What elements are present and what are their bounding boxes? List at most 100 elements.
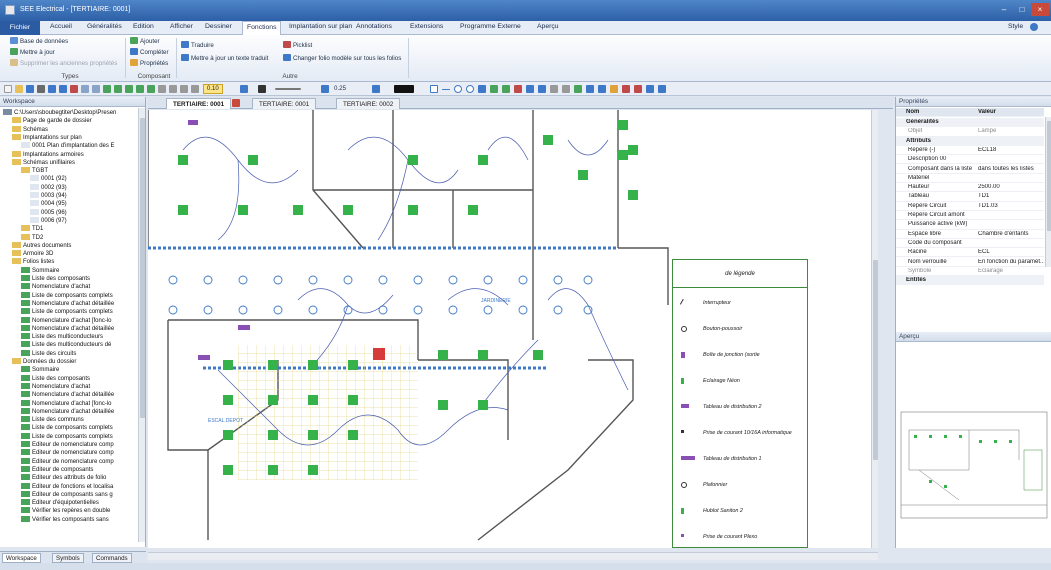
tree-item[interactable]: Liste des communs xyxy=(21,416,84,424)
property-value[interactable]: dans toutes les listes xyxy=(978,166,1044,172)
save-icon[interactable] xyxy=(26,85,34,93)
tree-item[interactable]: 0001 (92) xyxy=(30,175,67,183)
app-icon[interactable] xyxy=(5,5,15,15)
completer-button[interactable]: Compléter xyxy=(130,48,169,56)
drawing-canvas[interactable]: JARDINERIE ESCAL.DEPOT de légende Interr… xyxy=(148,110,878,548)
text-icon[interactable] xyxy=(478,85,486,93)
tree-item[interactable]: TD1 xyxy=(21,225,43,233)
canvas-hscroll[interactable] xyxy=(148,552,878,560)
property-row[interactable]: Puissance active (kW) xyxy=(896,220,1044,230)
tree-item[interactable]: TGBT xyxy=(21,167,48,175)
ungroup-icon[interactable] xyxy=(598,85,606,93)
tree-item[interactable]: Vérifier les composants sans xyxy=(21,515,109,524)
mirror-icon[interactable] xyxy=(526,85,534,93)
property-value[interactable]: TD1 xyxy=(978,193,1044,199)
zoom-fit-icon[interactable] xyxy=(103,85,111,93)
property-category[interactable]: Attributs xyxy=(896,136,1044,146)
property-row[interactable]: Matériel xyxy=(896,174,1044,184)
tree-item[interactable]: Liste de composants complets xyxy=(21,424,113,432)
grid-size-select[interactable]: 0.10 xyxy=(203,84,223,94)
tree-item[interactable]: Nomenclature d'achat détaillée xyxy=(21,391,114,399)
tree-item[interactable]: Liste des composants xyxy=(21,275,90,283)
tree-item[interactable]: Nomenclature d'achat [fonc-lo xyxy=(21,316,112,325)
explode-icon[interactable] xyxy=(610,85,618,93)
open-icon[interactable] xyxy=(15,85,23,93)
property-row[interactable]: Symbole Eclairage xyxy=(896,267,1044,277)
menu-annotations[interactable]: Annotations xyxy=(356,23,392,30)
grid-icon[interactable] xyxy=(180,85,188,93)
tree-item[interactable]: Editeur de nomenclature comp xyxy=(21,441,114,449)
tree-item[interactable]: 0006 (97) xyxy=(30,216,67,225)
tree-item[interactable]: Liste des multiconducteurs xyxy=(21,333,103,341)
menu-programme-externe[interactable]: Programme Externe xyxy=(460,23,521,30)
property-row[interactable]: Racine ECL xyxy=(896,248,1044,258)
mettre-a-jour-texte-button[interactable]: Mettre à jour un texte traduit xyxy=(181,54,268,62)
close-tab-icon[interactable] xyxy=(232,99,240,107)
tree-item[interactable]: 0003 (94) xyxy=(30,192,67,200)
menu-extensions[interactable]: Extensions xyxy=(410,23,443,30)
base-de-donnees-button[interactable]: Base de données xyxy=(10,37,68,45)
ellipse-icon[interactable] xyxy=(466,85,474,93)
tree-item[interactable]: Liste des circuits xyxy=(21,349,76,358)
tree-item[interactable]: Editeur de composants xyxy=(21,465,93,474)
line-icon[interactable] xyxy=(442,89,450,90)
tree-item[interactable]: 0005 (96) xyxy=(30,208,67,217)
tree-item[interactable]: TD2 xyxy=(21,233,43,242)
canvas-vscroll[interactable] xyxy=(871,110,878,548)
tree-item[interactable]: Implantations armoires xyxy=(12,150,84,159)
tree-item[interactable]: Editeur de fonctions et localisa xyxy=(21,482,113,491)
changer-folio-button[interactable]: Changer folio modèle sur tous les folios xyxy=(283,54,401,62)
property-row[interactable]: Espace libre Chambre d'enfants xyxy=(896,230,1044,239)
menu-apercu[interactable]: Aperçu xyxy=(537,23,559,30)
ajouter-button[interactable]: Ajouter xyxy=(130,37,160,45)
menu-implantation[interactable]: Implantation sur plan xyxy=(289,23,352,30)
property-row[interactable]: Hauteur 2500.00 xyxy=(896,183,1044,193)
tree-item[interactable]: Liste des composants xyxy=(21,374,90,383)
menu-dessiner[interactable]: Dessiner xyxy=(205,23,232,30)
rotate-icon[interactable] xyxy=(514,85,522,93)
property-value[interactable]: 2500.00 xyxy=(978,184,1044,190)
style-menu[interactable]: Style xyxy=(1008,23,1023,30)
property-row[interactable]: Repère (-) ECL18 xyxy=(896,146,1044,156)
cut-icon[interactable] xyxy=(70,85,78,93)
color-swatch[interactable] xyxy=(394,85,414,93)
property-row[interactable]: Code du composant xyxy=(896,239,1044,249)
tree-item[interactable]: Sommaire xyxy=(21,266,59,275)
distribute-icon[interactable] xyxy=(658,85,666,93)
circle-icon[interactable] xyxy=(454,85,462,93)
tree-item[interactable]: Vérifier les repères en double xyxy=(21,507,110,515)
zoom-in-icon[interactable] xyxy=(125,85,133,93)
tree-item[interactable]: Editeur des attributs de folio xyxy=(21,474,106,482)
arc-icon[interactable] xyxy=(490,85,498,93)
align-icon[interactable] xyxy=(646,85,654,93)
ceiling-lights[interactable] xyxy=(168,275,593,315)
tree-item[interactable]: Implantations sur plan xyxy=(12,133,82,142)
mettre-a-jour-button[interactable]: Mettre à jour xyxy=(10,48,55,56)
property-value[interactable]: ECL xyxy=(978,249,1044,255)
tree-item[interactable]: C:\Users\sboubegtiter\Desktop\Presen xyxy=(3,109,116,117)
paste-icon[interactable] xyxy=(92,85,100,93)
pen-icon[interactable] xyxy=(258,85,266,93)
property-row[interactable]: Repère Circuit TD1.03 xyxy=(896,202,1044,211)
property-row[interactable]: Description 00 xyxy=(896,155,1044,165)
tree-item[interactable]: 0001 Plan d'implantation des E xyxy=(21,142,115,150)
tree-item[interactable]: Schémas unifilaires xyxy=(12,158,75,167)
tree-item[interactable]: Liste de composants complets xyxy=(21,291,113,300)
tree-item[interactable]: Liste de composants complets xyxy=(21,308,113,316)
tree-item[interactable]: Autres documents xyxy=(12,241,71,250)
rect-icon[interactable] xyxy=(430,85,438,93)
tree-item[interactable]: Editeur de nomenclature comp xyxy=(21,457,114,466)
line-width-value[interactable]: 0.25 xyxy=(334,85,346,92)
group-icon[interactable] xyxy=(586,85,594,93)
zoom-out-icon[interactable] xyxy=(136,85,144,93)
property-category[interactable]: Entités xyxy=(896,276,1044,286)
tab-workspace[interactable]: Workspace xyxy=(2,553,41,563)
menu-generalites[interactable]: Généralités xyxy=(87,23,122,30)
new-icon[interactable] xyxy=(4,85,12,93)
traduire-button[interactable]: Traduire xyxy=(181,41,214,49)
menu-accueil[interactable]: Accueil xyxy=(50,23,72,30)
menu-fichier[interactable]: Fichier xyxy=(0,21,40,35)
snap-icon[interactable] xyxy=(169,85,177,93)
tree-item[interactable]: Editeur d'équipotentielles xyxy=(21,499,99,507)
property-value[interactable]: ECL18 xyxy=(978,147,1044,153)
